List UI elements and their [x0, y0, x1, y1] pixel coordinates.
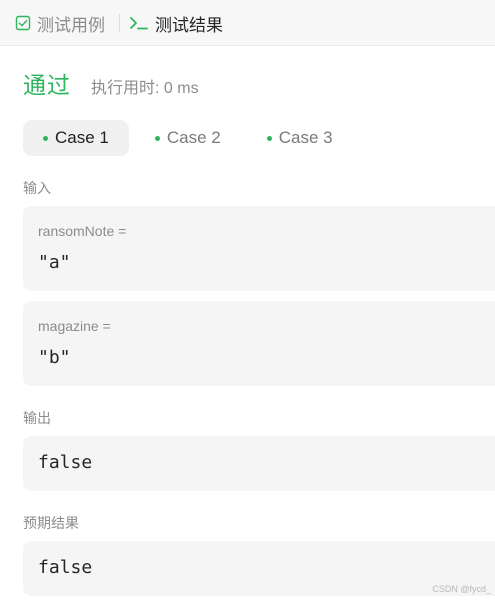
param-box-magazine: magazine = "b"	[23, 301, 495, 386]
status-text: 通过	[23, 72, 71, 98]
case-tab-2[interactable]: Case 2	[135, 120, 241, 156]
tab-divider	[119, 14, 120, 32]
expected-value: false	[38, 557, 93, 578]
input-section-label: 输入	[23, 180, 51, 196]
tab-test-cases-label: 测试用例	[37, 15, 105, 35]
console-tab-bar: 测试用例 测试结果	[0, 0, 495, 46]
pass-dot-icon	[43, 135, 48, 141]
checkbox-icon	[15, 15, 31, 31]
param-name: magazine =	[38, 318, 111, 334]
case-tab-label: Case 2	[166, 128, 221, 147]
runtime-text: 执行用时: 0 ms	[91, 80, 199, 97]
case-tab-label: Case 1	[55, 128, 109, 147]
output-section-label: 输出	[23, 410, 51, 426]
tab-test-result[interactable]: 测试结果	[129, 0, 223, 46]
param-name: ransomNote =	[38, 223, 127, 239]
expected-box: false	[23, 541, 495, 596]
output-box: false	[23, 436, 495, 491]
param-value: "b"	[38, 347, 71, 368]
case-tab-1[interactable]: Case 1	[23, 120, 129, 156]
terminal-icon	[129, 15, 149, 31]
pass-dot-icon	[154, 135, 160, 141]
case-tabs: Case 1 Case 2 Case 3	[23, 120, 359, 156]
case-tab-3[interactable]: Case 3	[247, 120, 353, 156]
param-box-ransomnote: ransomNote = "a"	[23, 206, 495, 291]
watermark: CSDN @fycd_	[432, 584, 491, 594]
tab-test-cases[interactable]: 测试用例	[15, 0, 105, 46]
result-status: 通过 执行用时: 0 ms	[23, 66, 199, 100]
tab-test-result-label: 测试结果	[155, 15, 223, 35]
pass-dot-icon	[266, 135, 272, 141]
expected-section-label: 预期结果	[23, 515, 79, 531]
case-tab-label: Case 3	[278, 128, 333, 147]
param-value: "a"	[38, 252, 71, 273]
output-value: false	[38, 452, 93, 473]
